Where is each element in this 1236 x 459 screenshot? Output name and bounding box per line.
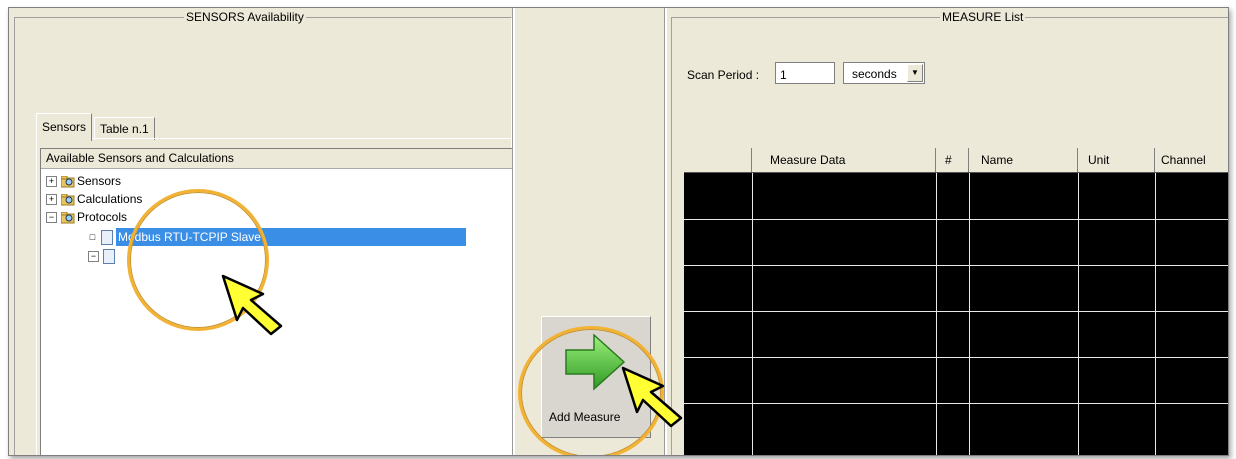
collapse-icon[interactable]: − (88, 251, 99, 263)
grid-line (969, 173, 970, 455)
tree-node-empty[interactable]: − (88, 247, 118, 265)
tree-label: Protocols (77, 210, 128, 224)
grid-line (684, 311, 1228, 312)
tab-table-n1[interactable]: Table n.1 (94, 117, 155, 140)
document-icon (103, 249, 115, 265)
expand-icon[interactable]: + (46, 194, 57, 206)
tree-label: Calculations (77, 192, 143, 206)
column-header-unit[interactable]: Unit (1078, 148, 1155, 172)
tab-sensors[interactable]: Sensors (36, 113, 93, 141)
grid-line (684, 357, 1228, 358)
checkbox-icon[interactable]: □ (88, 233, 97, 243)
tree-label: Sensors (77, 174, 122, 188)
measure-table-header: Measure Data # Name Unit Channel (684, 148, 1228, 173)
scan-period-label: Scan Period : (687, 68, 760, 82)
column-header-channel[interactable]: Channel (1155, 148, 1228, 172)
grid-line (1155, 173, 1156, 455)
scan-period-input[interactable] (775, 62, 835, 84)
folder-search-icon (61, 193, 75, 206)
sensors-availability-title: SENSORS Availability (184, 10, 306, 24)
folder-search-icon (61, 175, 75, 188)
chevron-down-icon[interactable]: ▼ (907, 64, 923, 82)
measure-list-title: MEASURE List (940, 10, 1026, 24)
column-header-name[interactable]: Name (969, 148, 1078, 172)
grid-line (936, 173, 937, 455)
pointer-arrow-icon (221, 274, 283, 336)
measure-table[interactable]: Measure Data # Name Unit Channel (684, 148, 1228, 455)
panel-divider-left (512, 8, 515, 455)
grid-line (684, 403, 1228, 404)
column-header-number[interactable]: # (936, 148, 969, 172)
grid-line (1078, 173, 1079, 455)
expand-icon[interactable]: + (46, 176, 57, 188)
tree-node-protocols[interactable]: − Protocols (46, 208, 127, 226)
tree-node-calculations[interactable]: + Calculations (46, 190, 142, 208)
pointer-arrow-icon (621, 366, 683, 428)
grid-line (684, 219, 1228, 220)
column-header-measure-data[interactable]: Measure Data (752, 148, 936, 172)
tree-header: Available Sensors and Calculations (41, 149, 512, 169)
folder-search-icon (61, 211, 75, 224)
collapse-icon[interactable]: − (46, 212, 57, 224)
column-header-selector[interactable] (684, 148, 752, 172)
scan-unit-value: seconds (852, 67, 897, 81)
grid-line (684, 265, 1228, 266)
scan-unit-select[interactable]: seconds ▼ (843, 62, 925, 84)
application-window: SENSORS Availability Sensors Table n.1 A… (8, 7, 1229, 456)
grid-line (752, 173, 753, 455)
document-icon (101, 230, 113, 246)
tree-node-sensors[interactable]: + Sensors (46, 172, 121, 190)
